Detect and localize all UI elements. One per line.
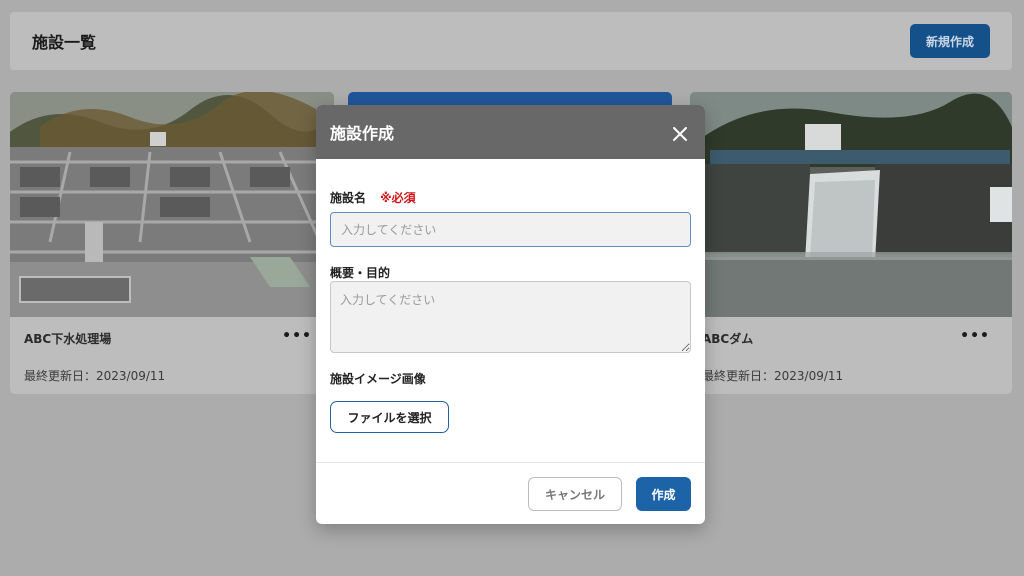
more-options-icon[interactable]: ••• — [960, 328, 990, 344]
facility-card[interactable]: ABC下水処理場 ••• 最終更新日：2023/09/11 — [10, 92, 334, 394]
close-icon[interactable] — [669, 123, 691, 145]
facility-image-label: 施設イメージ画像 — [330, 372, 426, 386]
more-options-icon[interactable]: ••• — [282, 328, 312, 344]
facility-name-label: 施設名 ※必須 — [330, 189, 416, 206]
facility-name: ABC下水処理場 — [24, 332, 112, 346]
facility-name-label-text: 施設名 — [330, 191, 367, 205]
dialog-footer-divider — [316, 462, 705, 463]
choose-file-button[interactable]: ファイルを選択 — [330, 401, 449, 433]
facility-image — [690, 92, 1012, 317]
facility-image — [10, 92, 334, 317]
required-mark: ※必須 — [380, 191, 416, 205]
dialog-title: 施設作成 — [330, 124, 395, 143]
facility-updated: 最終更新日：2023/09/11 — [702, 369, 844, 383]
facility-updated: 最終更新日：2023/09/11 — [24, 369, 166, 383]
dialog-header: 施設作成 — [316, 105, 705, 159]
create-facility-dialog: 施設作成 施設名 ※必須 概要・目的 施設イメージ画像 ファイルを選択 キャンセ… — [316, 105, 705, 524]
page-header: 施設一覧 新規作成 — [10, 12, 1012, 70]
facility-name: ABCダム — [702, 332, 754, 346]
create-button[interactable]: 作成 — [636, 477, 691, 511]
facility-card[interactable]: ABCダム ••• 最終更新日：2023/09/11 — [690, 92, 1012, 394]
description-textarea[interactable] — [330, 281, 691, 353]
page-title: 施設一覧 — [32, 33, 97, 52]
description-label: 概要・目的 — [330, 266, 391, 280]
facility-name-input[interactable] — [330, 212, 691, 247]
new-facility-button[interactable]: 新規作成 — [910, 24, 990, 58]
cancel-button[interactable]: キャンセル — [528, 477, 622, 511]
